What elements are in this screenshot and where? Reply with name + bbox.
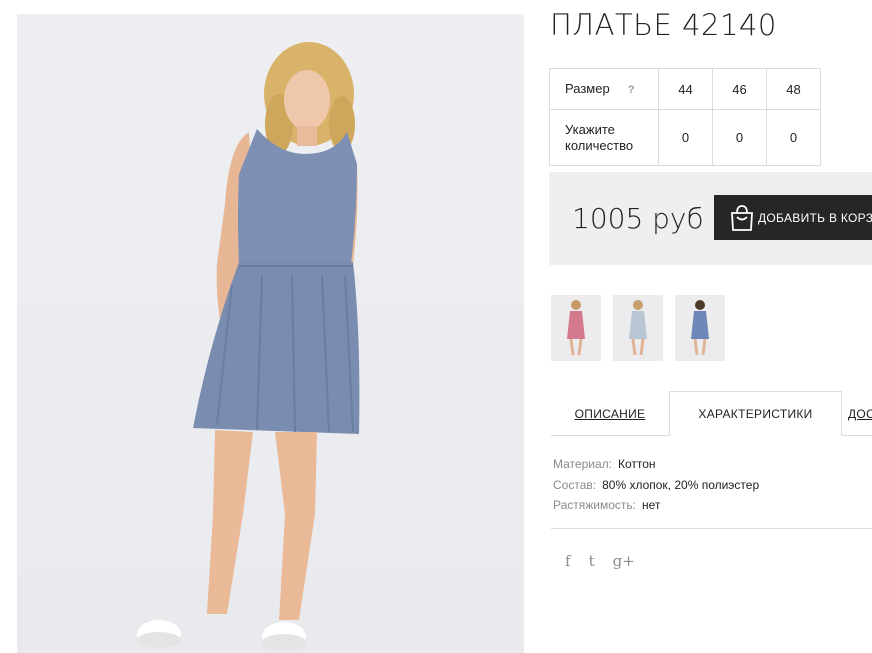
specs-list: Материал: Коттон Состав: 80% хлопок, 20% п… bbox=[553, 454, 759, 516]
product-price: 1005 руб bbox=[572, 202, 704, 235]
tab-delivery[interactable]: ДОСТАВКА bbox=[842, 391, 872, 436]
size-help-icon[interactable]: ? bbox=[628, 84, 635, 96]
spec-value: Коттон bbox=[617, 457, 656, 471]
size-table: Размер? 44 46 48 Укажите количество 0 0 … bbox=[549, 68, 821, 166]
size-48: 48 bbox=[766, 68, 821, 110]
product-title: ПЛАТЬЕ 42140 bbox=[550, 8, 777, 42]
facebook-icon[interactable]: f bbox=[565, 552, 571, 570]
thumbnail-image bbox=[691, 300, 709, 356]
size-46: 46 bbox=[712, 68, 767, 110]
size-label: Размер bbox=[565, 80, 610, 96]
add-to-cart-label: ДОБАВИТЬ В КОРЗИНУ bbox=[758, 210, 872, 225]
spec-label: Растяжимость: bbox=[553, 498, 637, 512]
thumbnail-light-blue[interactable] bbox=[613, 295, 663, 361]
dress-model-illustration bbox=[137, 42, 360, 650]
spec-value: нет bbox=[642, 498, 661, 512]
size-header: Размер? bbox=[549, 68, 659, 110]
spec-row-composition: Состав: 80% хлопок, 20% полиэстер bbox=[553, 475, 759, 496]
google-plus-icon[interactable]: g+ bbox=[613, 552, 635, 570]
product-tabs: ОПИСАНИЕ ХАРАКТЕРИСТИКИ ДОСТАВКА bbox=[551, 391, 872, 436]
tab-description[interactable]: ОПИСАНИЕ bbox=[551, 391, 669, 436]
spec-row-material: Материал: Коттон bbox=[553, 454, 759, 475]
quantity-label: Укажите количество bbox=[549, 109, 659, 166]
add-to-cart-button[interactable]: ДОБАВИТЬ В КОРЗИНУ bbox=[714, 195, 872, 240]
quantity-input-44[interactable]: 0 bbox=[658, 109, 713, 166]
social-share: f t g+ bbox=[565, 552, 635, 570]
thumbnail-image bbox=[567, 300, 585, 356]
thumbnail-pink[interactable] bbox=[551, 295, 601, 361]
tab-characteristics[interactable]: ХАРАКТЕРИСТИКИ bbox=[669, 391, 842, 436]
spec-label: Состав: bbox=[553, 477, 597, 492]
shopping-bag-icon bbox=[731, 205, 753, 231]
quantity-input-48[interactable]: 0 bbox=[766, 109, 821, 166]
quantity-input-46[interactable]: 0 bbox=[712, 109, 767, 166]
spec-label: Материал: bbox=[553, 457, 612, 471]
twitter-icon[interactable]: t bbox=[589, 552, 595, 570]
thumbnail-image bbox=[629, 300, 647, 356]
main-product-photo[interactable] bbox=[17, 14, 524, 653]
size-44: 44 bbox=[658, 68, 713, 110]
section-divider bbox=[551, 528, 872, 529]
spec-row-stretch: Растяжимость: нет bbox=[553, 495, 759, 516]
price-panel: 1005 руб ДОБАВИТЬ В КОРЗИНУ bbox=[549, 172, 872, 265]
thumbnail-blue[interactable] bbox=[675, 295, 725, 361]
spec-value: 80% хлопок, 20% полиэстер bbox=[602, 477, 760, 492]
product-page: ПЛАТЬЕ 42140 Размер? 44 46 48 Укажите ко… bbox=[0, 0, 872, 653]
